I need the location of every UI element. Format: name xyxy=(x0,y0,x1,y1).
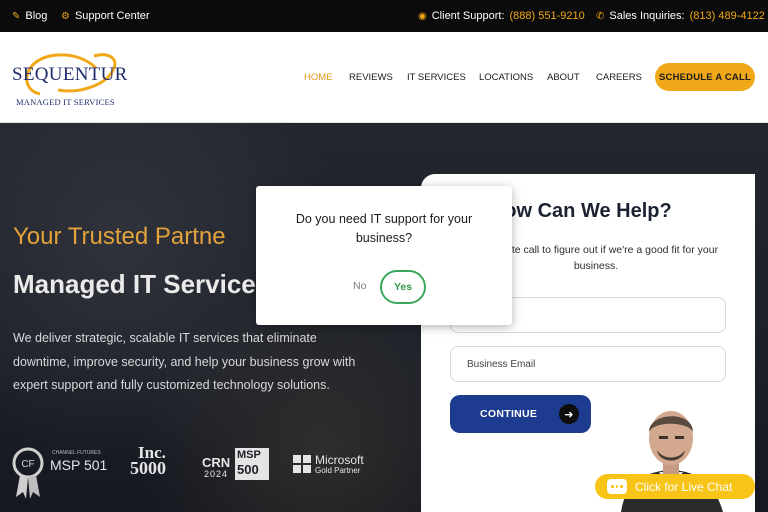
top-bar: ✎ Blog ⚙ Support Center ◉ Client Support… xyxy=(0,0,768,32)
msp500-msp: MSP xyxy=(237,449,261,461)
continue-label: CONTINUE xyxy=(480,408,538,420)
logo-tagline: MANAGED IT SERVICES xyxy=(16,97,115,107)
microsoft-badge: Microsoft Gold Partner xyxy=(293,453,373,479)
microsoft-logo-icon xyxy=(293,455,311,473)
microsoft-label: Microsoft xyxy=(315,453,364,467)
site-header: SEQUENTUR MANAGED IT SERVICES HOME REVIE… xyxy=(0,32,768,123)
phone-icon: ✆ xyxy=(596,10,605,22)
no-button[interactable]: No xyxy=(353,280,366,292)
dialog-question: Do you need IT support for your business… xyxy=(295,212,473,245)
client-support-label: Client Support: xyxy=(431,10,505,22)
nav-home[interactable]: HOME xyxy=(304,72,333,83)
client-support-phone[interactable]: (888) 551-9210 xyxy=(510,10,585,22)
blog-link[interactable]: ✎ Blog xyxy=(12,0,47,32)
nav-locations[interactable]: LOCATIONS xyxy=(479,72,533,83)
inc-5000-label: 5000 xyxy=(130,458,166,478)
msp500-box: MSP 500 xyxy=(235,448,269,480)
client-support[interactable]: ◉ Client Support: (888) 551-9210 xyxy=(418,0,585,32)
arrow-right-icon: ➜ xyxy=(559,404,579,424)
support-center-label: Support Center xyxy=(74,10,150,22)
gold-partner-label: Gold Partner xyxy=(315,466,361,475)
business-email-field[interactable]: Business Email xyxy=(450,346,726,382)
msp501-badge: CF CHANNEL FUTURES MSP 501 xyxy=(12,445,112,501)
headset-icon: ◉ xyxy=(418,10,427,22)
crn-msp500-badge: CRN 2024 MSP 500 xyxy=(202,445,272,485)
sequentur-logo[interactable]: SEQUENTUR MANAGED IT SERVICES xyxy=(10,46,130,110)
hero-description: We deliver strategic, scalable IT servic… xyxy=(13,331,356,392)
nav-reviews[interactable]: REVIEWS xyxy=(349,72,393,83)
award-ribbon-icon: CF xyxy=(12,447,44,499)
live-chat-label: Click for Live Chat xyxy=(635,479,733,494)
nav-it-services[interactable]: IT SERVICES xyxy=(407,72,466,83)
chat-bubble-icon xyxy=(607,479,627,494)
msp500-num: 500 xyxy=(237,462,259,477)
hero-tagline: Your Trusted Partne xyxy=(13,223,226,250)
crn-label: CRN xyxy=(202,455,231,470)
blog-icon: ✎ xyxy=(12,10,21,22)
gear-icon: ⚙ xyxy=(61,10,70,22)
continue-button[interactable]: CONTINUE ➜ xyxy=(450,395,591,433)
support-question-dialog: Do you need IT support for your business… xyxy=(256,186,512,325)
crn-year: 2024 xyxy=(204,469,229,479)
msp501-org: CHANNEL FUTURES xyxy=(52,450,101,456)
nav-about[interactable]: ABOUT xyxy=(547,72,580,83)
support-center-link[interactable]: ⚙ Support Center xyxy=(61,0,150,32)
sales-inquiries[interactable]: ✆ Sales Inquiries: (813) 489-4122 xyxy=(596,0,765,32)
blog-label: Blog xyxy=(25,10,48,22)
nav-careers[interactable]: CAREERS xyxy=(596,72,642,83)
live-chat-button[interactable]: Click for Live Chat xyxy=(595,474,755,499)
svg-text:CF: CF xyxy=(21,459,34,470)
inc5000-badge: Inc. 5000 xyxy=(130,443,182,485)
sales-phone[interactable]: (813) 489-4122 xyxy=(690,10,765,22)
yes-button[interactable]: Yes xyxy=(380,270,426,304)
hero-title: Managed IT Service xyxy=(13,269,256,299)
sales-label: Sales Inquiries: xyxy=(609,10,685,22)
logo-wordmark: SEQUENTUR xyxy=(12,64,128,85)
msp501-label: MSP 501 xyxy=(50,457,108,473)
schedule-call-button[interactable]: SCHEDULE A CALL xyxy=(655,63,755,91)
